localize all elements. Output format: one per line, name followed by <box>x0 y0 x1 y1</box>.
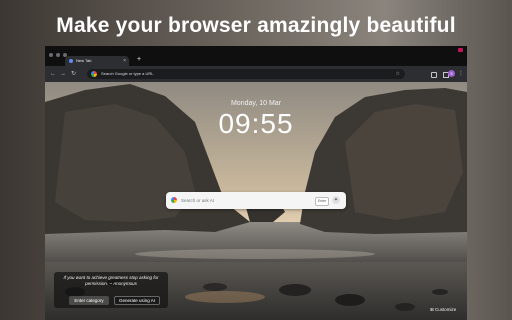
google-icon <box>91 71 97 77</box>
search-input[interactable] <box>181 196 301 205</box>
avatar[interactable]: S <box>448 70 455 77</box>
google-icon <box>171 197 177 203</box>
date-display: Monday, 10 Mar <box>230 100 282 107</box>
new-tab-button[interactable]: + <box>137 55 141 65</box>
reload-icon[interactable]: ↻ <box>71 69 76 79</box>
clock-display: 09:55 <box>218 108 294 139</box>
tab-strip: New Tab × + <box>45 46 467 66</box>
tab-new-tab[interactable]: New Tab × <box>65 56 129 66</box>
address-bar-text: Search Google or type a URL <box>101 71 154 76</box>
tab-close-icon[interactable]: × <box>123 57 126 65</box>
quote-card: If you want to achieve greatness stop as… <box>54 272 168 308</box>
close-window-dot[interactable] <box>49 53 53 57</box>
window-controls[interactable] <box>49 53 67 57</box>
bookmark-star-icon[interactable]: ☆ <box>396 70 400 78</box>
menu-icon[interactable]: ⋮ <box>458 69 464 79</box>
back-icon[interactable]: ← <box>50 69 56 79</box>
browser-window: New Tab × + ← → ↻ Search Google or type … <box>45 46 467 320</box>
enter-category-button[interactable]: Enter category <box>69 296 109 305</box>
tab-favicon-icon <box>69 59 73 63</box>
new-tab-page: Monday, 10 Mar 09:55 Enter ✦ If you want… <box>45 82 467 320</box>
ai-assistant-icon[interactable]: ✦ <box>332 196 340 204</box>
address-bar[interactable]: Search Google or type a URL ☆ <box>87 69 405 79</box>
enter-button[interactable]: Enter <box>315 197 329 206</box>
headline: Make your browser amazingly beautiful <box>56 14 456 37</box>
forward-icon[interactable]: → <box>60 69 66 79</box>
tab-title: New Tab <box>76 58 92 63</box>
minimize-window-dot[interactable] <box>56 53 60 57</box>
generate-ai-button[interactable]: Generate using AI <box>114 296 160 305</box>
toolbar: ← → ↻ Search Google or type a URL ☆ S ⋮ <box>45 66 467 82</box>
quote-text: If you want to achieve greatness stop as… <box>63 275 159 286</box>
search-box[interactable]: Enter ✦ <box>166 192 346 209</box>
customize-button[interactable]: ⊞ Customize <box>430 306 456 314</box>
window-menu-button[interactable] <box>458 48 463 52</box>
customize-label: Customize <box>435 307 457 312</box>
extensions-icon[interactable] <box>431 72 437 78</box>
